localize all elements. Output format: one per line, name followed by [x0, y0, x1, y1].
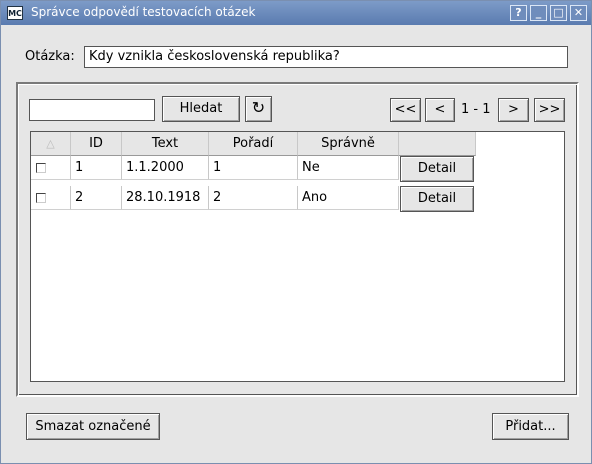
- cell-order: 1: [209, 156, 298, 180]
- prev-page-button[interactable]: <: [425, 98, 455, 122]
- last-page-button[interactable]: >>: [534, 98, 565, 122]
- window-title: Správce odpovědí testovacích otázek: [31, 5, 256, 19]
- title-bar[interactable]: MC Správce odpovědí testovacích otázek ?…: [1, 1, 591, 25]
- close-button[interactable]: ✕: [570, 5, 587, 21]
- sort-triangle-icon: △: [46, 137, 55, 150]
- delete-selected-button[interactable]: Smazat označené: [26, 413, 160, 440]
- cell-text: 28.10.1918: [122, 186, 209, 210]
- question-field[interactable]: Kdy vznikla československá republika?: [84, 46, 568, 68]
- cell-id: 1: [71, 156, 122, 180]
- cell-correct: Ne: [298, 156, 399, 180]
- question-label: Otázka:: [25, 49, 75, 64]
- answers-table: △ ID Text Pořadí Správně 1 1.1.2000 1 Ne…: [30, 131, 565, 382]
- refresh-button[interactable]: ↻: [245, 96, 272, 122]
- table-row: [31, 156, 71, 180]
- page-range: 1 - 1: [461, 102, 491, 117]
- column-header-correct[interactable]: Správně: [298, 132, 399, 156]
- cell-text: 1.1.2000: [122, 156, 209, 180]
- next-page-button[interactable]: >: [498, 98, 529, 122]
- cell-id: 2: [71, 186, 122, 210]
- add-button[interactable]: Přidat...: [492, 413, 569, 440]
- row-checkbox[interactable]: [36, 163, 46, 173]
- refresh-icon: ↻: [251, 98, 266, 117]
- app-icon: MC: [7, 6, 23, 20]
- minimize-button[interactable]: _: [530, 5, 547, 21]
- maximize-button[interactable]: □: [550, 5, 567, 21]
- row-checkbox[interactable]: [36, 193, 46, 203]
- help-button[interactable]: ?: [510, 5, 527, 21]
- column-header-text[interactable]: Text: [122, 132, 209, 156]
- column-header-order[interactable]: Pořadí: [209, 132, 298, 156]
- cell-order: 2: [209, 186, 298, 210]
- answers-manager-window: MC Správce odpovědí testovacích otázek ?…: [0, 0, 592, 464]
- detail-button[interactable]: Detail: [400, 156, 474, 182]
- cell-correct: Ano: [298, 186, 399, 210]
- column-header-id[interactable]: ID: [71, 132, 122, 156]
- column-header-select[interactable]: △: [31, 132, 71, 156]
- detail-button[interactable]: Detail: [400, 186, 474, 212]
- search-input[interactable]: [29, 99, 155, 121]
- search-button[interactable]: Hledat: [162, 96, 240, 122]
- column-header-action: [399, 132, 476, 156]
- table-row: [31, 186, 71, 210]
- first-page-button[interactable]: <<: [390, 98, 421, 122]
